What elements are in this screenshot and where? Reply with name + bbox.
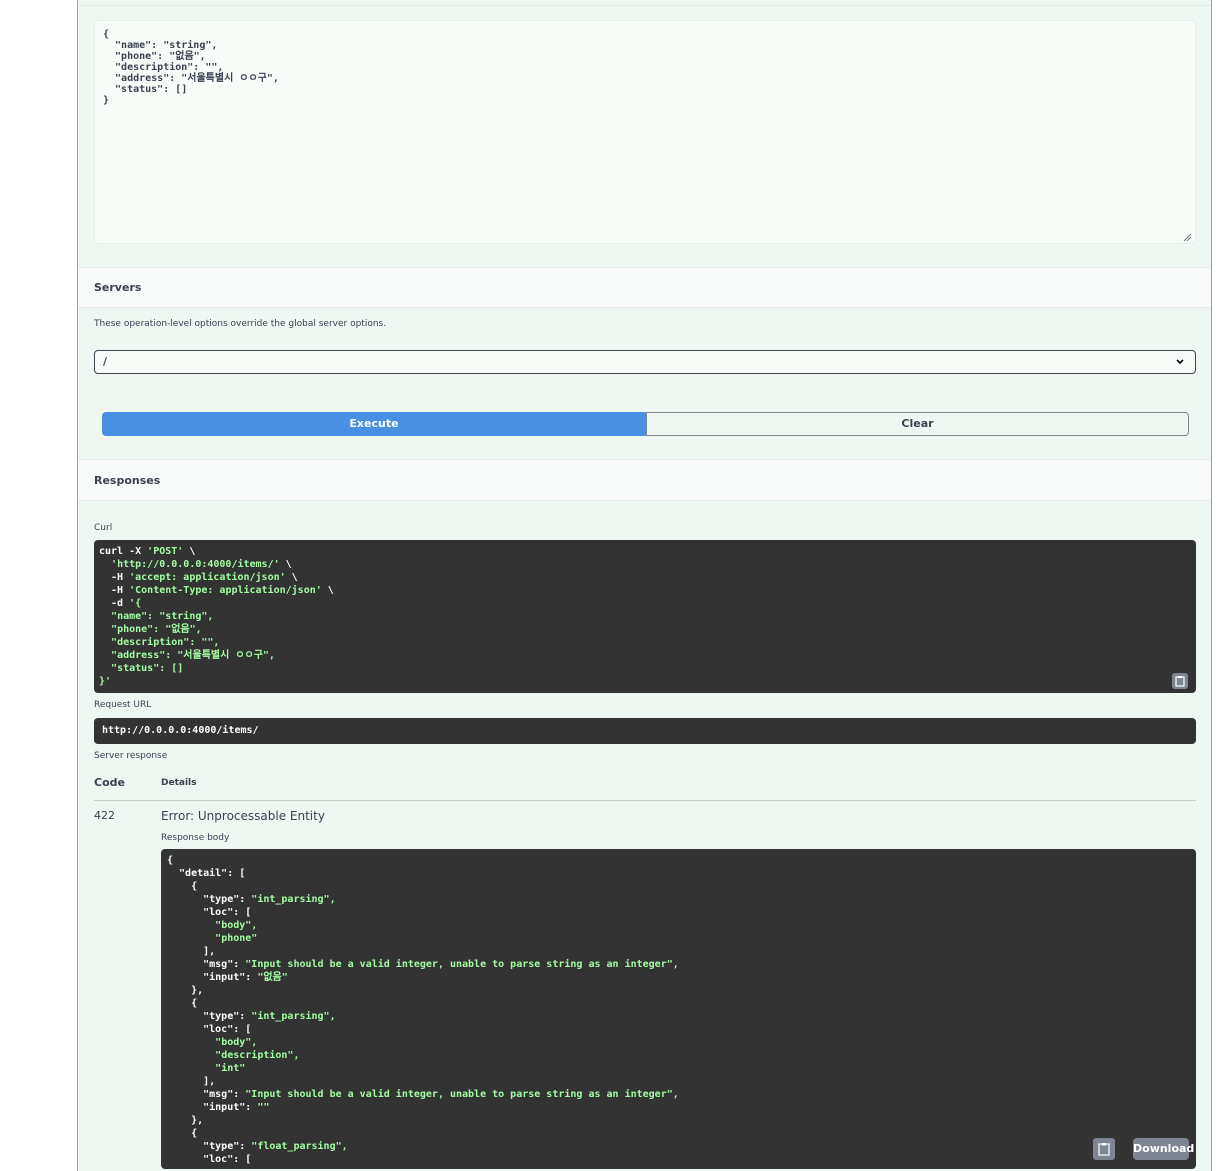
response-line: }, [167,1115,204,1126]
curl-line: -H 'Content-Type: application/json' \ [99,585,334,596]
response-line: "int" [215,1063,246,1074]
request-body-line: { [103,29,110,40]
servers-title: Servers [94,281,142,294]
response-line: "description", [215,1050,300,1061]
details-column-header: Details [161,778,197,788]
curl-line: 'http://0.0.0.0:4000/items/' \ [111,559,292,570]
response-line: }, [167,985,204,996]
curl-line: "status": [] [111,663,184,674]
copy-curl-button[interactable] [1172,673,1188,689]
clipboard-icon [1175,676,1185,687]
clipboard-icon [1098,1143,1110,1156]
request-url-label: Request URL [94,700,152,710]
response-line: { [167,998,198,1009]
response-line: ], [167,1076,216,1087]
response-line: "input": "" [167,1102,270,1113]
response-line: "loc": [ [167,1024,252,1035]
response-line: "loc": [ [167,907,252,918]
response-line: "loc": [ [167,1154,252,1165]
response-line: "type": "int_parsing", [167,894,336,905]
section-divider [78,0,1211,6]
response-line: "detail": [ [167,868,246,879]
request-body-line: "phone": "없음", [103,51,206,62]
responses-header: Responses [78,459,1211,501]
response-line: "type": "int_parsing", [167,1011,336,1022]
response-status-text: Error: Unprocessable Entity [161,809,325,823]
request-body-line: "description": "", [103,62,224,73]
execute-button[interactable]: Execute [102,412,646,436]
response-line: "msg": "Input should be a valid integer,… [167,1089,679,1100]
response-body-code: { "detail": [ { "type": "int_parsing", "… [161,849,1196,1169]
curl-line: curl -X 'POST' \ [99,546,196,557]
response-line: { [167,1128,198,1139]
curl-line: "name": "string", [111,611,214,622]
response-line: "body", [215,1037,258,1048]
request-body-line: "address": "서울특별시 ㅇㅇ구", [103,73,279,84]
curl-label: Curl [94,523,113,533]
response-line: ], [167,946,216,957]
response-line: { [167,855,174,866]
clear-button[interactable]: Clear [646,412,1189,436]
curl-code: curl -X 'POST' \ 'http://0.0.0.0:4000/it… [94,540,1196,693]
table-divider [94,800,1196,801]
server-response-label: Server response [94,751,168,761]
curl-line: -d '{ [99,598,142,609]
curl-line: "phone": "없음", [111,624,202,635]
response-line: "phone" [215,933,258,944]
chevron-down-icon [1176,359,1184,365]
request-body-line: } [103,95,110,106]
response-line: "msg": "Input should be a valid integer,… [167,959,679,970]
response-line: "body", [215,920,258,931]
code-column-header: Code [94,776,125,789]
curl-line: -H 'accept: application/json' \ [99,572,298,583]
copy-response-button[interactable] [1093,1138,1115,1160]
request-body-line: "name": "string", [103,40,218,51]
operation-block: { "name": "string", "phone": "없음", "desc… [77,0,1212,1171]
responses-title: Responses [94,474,161,487]
servers-note: These operation-level options override t… [94,319,387,329]
servers-header: Servers [78,267,1211,308]
request-url: http://0.0.0.0:4000/items/ [94,718,1196,744]
request-body-editor[interactable]: { "name": "string", "phone": "없음", "desc… [94,20,1196,244]
response-code: 422 [94,809,115,822]
curl-line: "description": "", [111,637,220,648]
request-body-line: "status": [] [103,84,188,95]
resize-grip-icon[interactable] [1183,233,1191,241]
response-line: "input": "없음" [167,972,288,983]
server-select-value: / [103,355,108,368]
response-body-label: Response body [161,833,230,843]
curl-line: }' [99,676,112,687]
server-select[interactable]: / [94,350,1196,374]
response-line: { [167,881,198,892]
response-line: "type": "float_parsing", [167,1141,348,1152]
curl-line: "address": "서울특별시 ㅇㅇ구", [111,650,275,661]
download-button[interactable]: Download [1133,1138,1194,1160]
